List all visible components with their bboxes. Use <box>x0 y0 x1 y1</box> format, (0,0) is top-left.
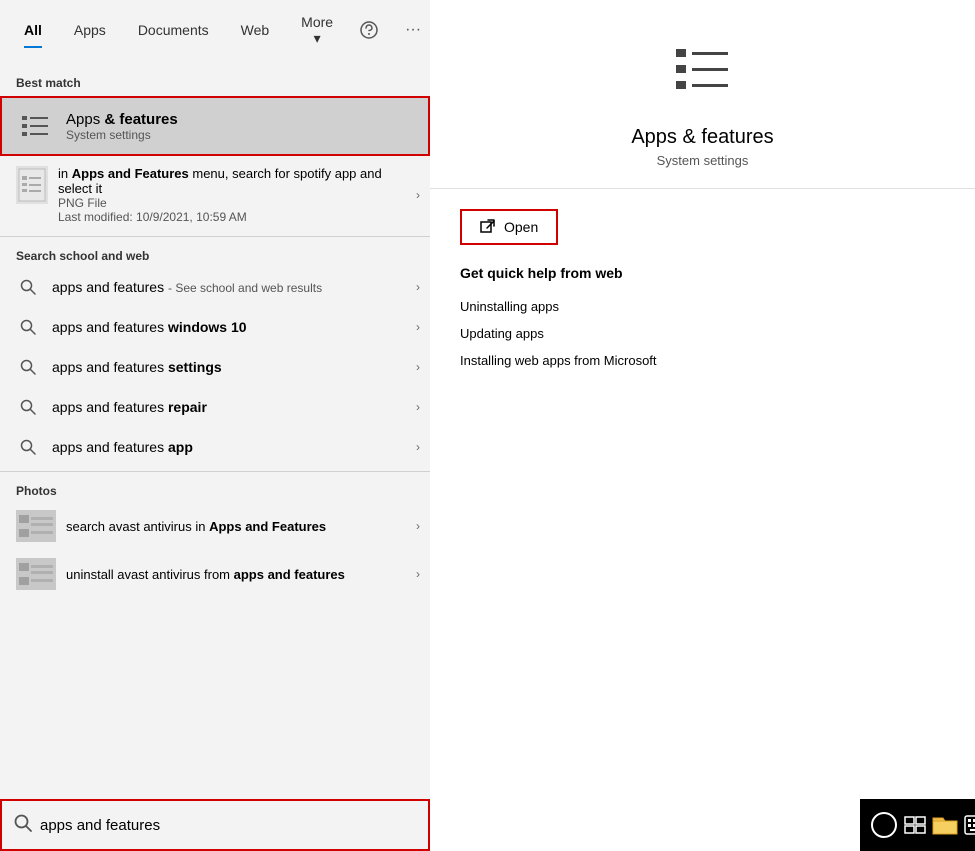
photo-text-1: uninstall avast antivirus from apps and … <box>66 567 414 582</box>
best-match-label: Best match <box>0 68 430 94</box>
feedback-icon <box>360 21 378 39</box>
divider-1 <box>0 236 430 237</box>
chevron-right-icon-2: › <box>416 360 420 374</box>
doc-date: Last modified: 10/9/2021, 10:59 AM <box>58 210 414 224</box>
help-link-0[interactable]: Uninstalling apps <box>460 293 945 320</box>
web-item-text-1: apps and features windows 10 <box>52 319 247 335</box>
taskview-icon <box>904 816 926 834</box>
doc-type: PNG File <box>58 196 414 210</box>
ellipsis-icon: ··· <box>405 21 421 39</box>
doc-title: in Apps and Features menu, search for sp… <box>58 166 414 196</box>
photo-thumb-1 <box>16 558 56 590</box>
file-explorer-btn[interactable] <box>932 803 958 847</box>
search-panel: All Apps Documents Web More ▾ ··· Best m… <box>0 0 430 851</box>
feedback-icon-btn[interactable] <box>351 12 387 48</box>
search-icon-4 <box>16 435 40 459</box>
apps-features-icon <box>18 108 54 144</box>
web-item-4[interactable]: apps and features app › <box>0 427 430 467</box>
chevron-right-icon: › <box>416 188 420 202</box>
best-match-item[interactable]: Apps & features System settings <box>0 96 430 156</box>
best-match-subtitle: System settings <box>66 128 178 142</box>
open-button[interactable]: Open <box>460 209 558 245</box>
doc-thumbnail <box>16 166 48 204</box>
keyboard-btn[interactable] <box>964 803 975 847</box>
help-link-1[interactable]: Updating apps <box>460 320 945 347</box>
cortana-btn[interactable] <box>870 803 898 847</box>
help-link-2[interactable]: Installing web apps from Microsoft <box>460 347 945 374</box>
search-icon-1 <box>16 315 40 339</box>
quick-help-title: Get quick help from web <box>460 265 945 281</box>
search-bar <box>0 799 430 851</box>
web-item-3[interactable]: apps and features repair › <box>0 387 430 427</box>
tab-all[interactable]: All <box>10 14 56 46</box>
document-text: in Apps and Features menu, search for sp… <box>58 166 414 224</box>
results-area: Best match Apps & features System settin… <box>0 60 430 799</box>
search-icon-3 <box>16 395 40 419</box>
taskbar <box>860 799 975 851</box>
photo-text-0: search avast antivirus in Apps and Featu… <box>66 519 414 534</box>
document-result[interactable]: in Apps and Features menu, search for sp… <box>0 158 430 232</box>
right-panel-subtitle: System settings <box>657 153 749 168</box>
web-item-0[interactable]: apps and features - See school and web r… <box>0 267 430 307</box>
photos-section-label: Photos <box>0 476 430 502</box>
chevron-right-icon-0: › <box>416 280 420 294</box>
divider-2 <box>0 471 430 472</box>
chevron-right-icon-p0: › <box>416 519 420 533</box>
web-item-text-4: apps and features app <box>52 439 193 455</box>
open-btn-container: Open <box>430 189 975 265</box>
open-icon <box>480 219 496 235</box>
chevron-right-icon-p1: › <box>416 567 420 581</box>
tab-apps[interactable]: Apps <box>60 14 120 46</box>
app-icon-large <box>663 30 743 110</box>
tab-web[interactable]: Web <box>227 14 284 46</box>
web-item-text-2: apps and features settings <box>52 359 222 375</box>
search-input[interactable] <box>40 817 416 834</box>
right-panel-header: Apps & features System settings <box>430 0 975 189</box>
quick-help-section: Get quick help from web Uninstalling app… <box>430 265 975 374</box>
keyboard-icon <box>964 815 975 835</box>
right-panel: Apps & features System settings Open Get… <box>430 0 975 851</box>
taskview-btn[interactable] <box>904 803 926 847</box>
right-panel-title: Apps & features <box>631 126 773 149</box>
best-match-title: Apps & features <box>66 111 178 128</box>
web-item-text-3: apps and features repair <box>52 399 207 415</box>
photo-thumb-0 <box>16 510 56 542</box>
chevron-right-icon-1: › <box>416 320 420 334</box>
web-item-text-0: apps and features - See school and web r… <box>52 279 322 295</box>
search-icon-2 <box>16 355 40 379</box>
web-section-label: Search school and web <box>0 241 430 267</box>
tab-icon-area: ··· <box>351 12 431 48</box>
folder-icon <box>932 814 958 836</box>
tab-documents[interactable]: Documents <box>124 14 223 46</box>
photo-item-1[interactable]: uninstall avast antivirus from apps and … <box>0 550 430 598</box>
chevron-right-icon-3: › <box>416 400 420 414</box>
search-icon-0 <box>16 275 40 299</box>
web-item-1[interactable]: apps and features windows 10 › <box>0 307 430 347</box>
open-label: Open <box>504 219 538 235</box>
search-bar-icon <box>14 814 32 837</box>
chevron-right-icon-4: › <box>416 440 420 454</box>
best-match-text: Apps & features System settings <box>66 111 178 142</box>
photo-item-0[interactable]: search avast antivirus in Apps and Featu… <box>0 502 430 550</box>
more-options-btn[interactable]: ··· <box>395 12 431 48</box>
tab-more[interactable]: More ▾ <box>287 6 347 55</box>
cortana-icon <box>870 811 898 839</box>
tabs-bar: All Apps Documents Web More ▾ ··· <box>0 0 430 60</box>
web-item-2[interactable]: apps and features settings › <box>0 347 430 387</box>
